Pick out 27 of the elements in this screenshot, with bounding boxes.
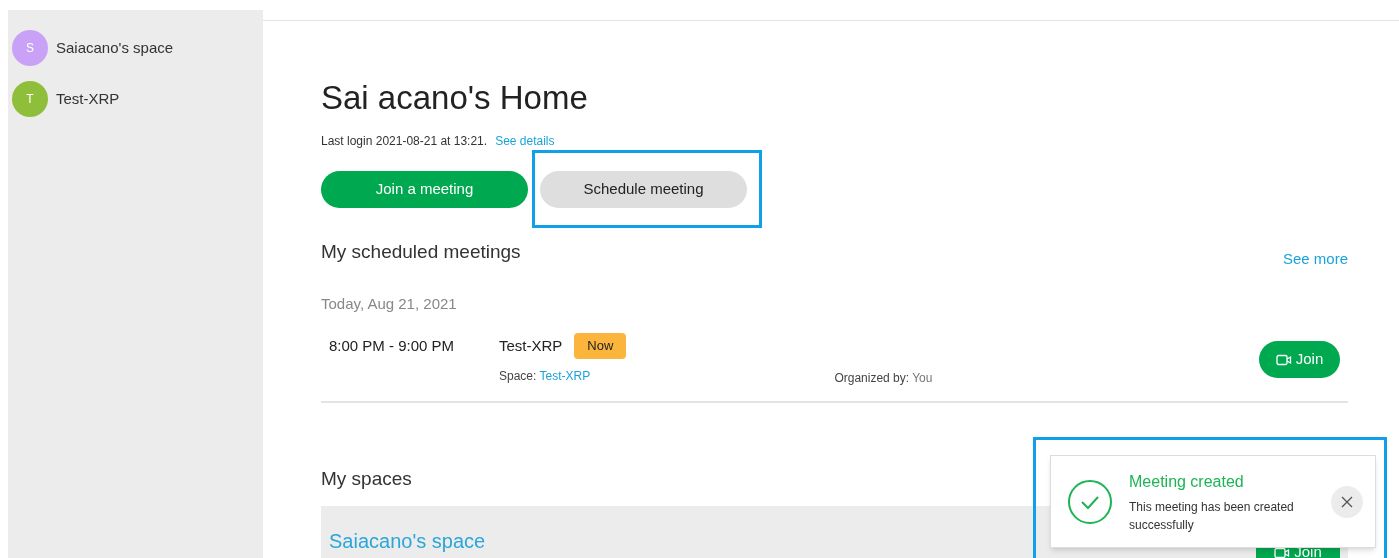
join-button[interactable]: Join <box>1259 341 1340 378</box>
schedule-meeting-button[interactable]: Schedule meeting <box>540 171 747 208</box>
space-item[interactable]: S Saiacano's space <box>12 30 263 66</box>
see-details-link[interactable]: See details <box>495 132 555 150</box>
space-name: Saiacano's space <box>56 37 174 58</box>
video-camera-icon <box>1275 353 1292 366</box>
organizer-text: Organized by: You <box>834 370 933 387</box>
page-title: Sai acano's Home <box>321 78 589 118</box>
join-meeting-button[interactable]: Join a meeting <box>321 171 528 208</box>
avatar: S <box>12 30 48 66</box>
close-button[interactable] <box>1331 485 1363 518</box>
space-name: Test-XRP <box>56 88 120 109</box>
success-check-icon <box>1067 478 1113 525</box>
meeting-date: Today, Aug 21, 2021 <box>321 293 458 314</box>
space-item[interactable]: T Test-XRP <box>12 81 263 117</box>
meeting-space-text: Space: Test-XRP <box>499 367 592 385</box>
avatar: T <box>12 81 48 117</box>
toast-title: Meeting created <box>1129 471 1245 492</box>
section-heading: My spaces <box>321 467 412 491</box>
section-heading: My scheduled meetings <box>321 240 521 264</box>
meeting-time: 8:00 PM - 9:00 PM <box>329 336 456 356</box>
now-badge: Now <box>574 333 627 359</box>
meeting-title: Test-XRP <box>499 335 563 356</box>
last-login-text: Last login 2021-08-21 at 13:21. <box>321 133 488 150</box>
close-icon <box>1341 495 1353 508</box>
see-more-link[interactable]: See more <box>1282 248 1348 271</box>
space-row-name: Saiacano's space <box>329 528 486 554</box>
